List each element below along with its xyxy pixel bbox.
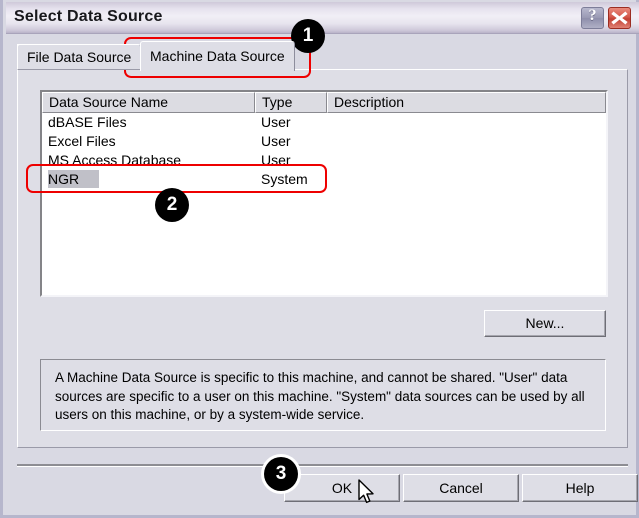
select-data-source-dialog: Select Data Source ? File Data Source Ma… [0,0,639,518]
machine-data-source-panel: Data Source Name Type Description dBASE … [17,69,628,448]
annotation-badge-2: 2 [155,188,189,222]
cell-type: User [261,133,291,149]
tab-file-data-source-label: File Data Source [27,49,132,65]
column-header-description[interactable]: Description [327,92,606,113]
cell-data-source-name: Excel Files [48,133,116,149]
description-text: A Machine Data Source is specific to thi… [55,370,585,422]
cell-type: User [261,152,291,168]
cell-type: User [261,114,291,130]
help-icon-button[interactable]: ? [581,7,604,29]
table-row[interactable]: dBASE Files User [42,113,606,132]
data-source-list[interactable]: Data Source Name Type Description dBASE … [40,90,608,297]
cell-data-source-name: MS Access Database [48,152,182,168]
tab-machine-data-source-label: Machine Data Source [150,48,285,64]
footer-separator [17,464,628,467]
description-panel: A Machine Data Source is specific to thi… [40,359,606,431]
annotation-badge-1: 1 [291,19,325,53]
ok-button[interactable]: OK [284,474,400,502]
table-row[interactable]: Excel Files User [42,132,606,151]
tab-strip: File Data Source Machine Data Source [17,41,628,72]
cell-description [327,170,606,189]
cell-type: System [261,171,308,187]
tab-machine-data-source[interactable]: Machine Data Source [140,41,295,71]
new-button[interactable]: New... [484,310,606,337]
question-mark-icon: ? [588,7,597,24]
table-row[interactable]: MS Access Database User [42,151,606,170]
help-button[interactable]: Help [522,474,638,502]
close-button[interactable] [608,7,631,29]
annotation-badge-3: 3 [264,457,298,491]
cell-data-source-name: NGR [42,170,255,189]
list-rows: dBASE Files User Excel Files User MS Acc… [42,113,606,189]
column-header-type[interactable]: Type [255,92,327,113]
close-x-icon [611,11,628,25]
window-title: Select Data Source [14,8,163,25]
cell-description [327,113,606,132]
cell-description [327,132,606,151]
ngr-data-source-row[interactable]: NGR System [42,170,606,189]
tab-file-data-source[interactable]: File Data Source [17,44,142,70]
cell-description [327,151,606,170]
list-header-row: Data Source Name Type Description [42,92,606,113]
column-header-data-source-name[interactable]: Data Source Name [42,92,255,113]
cell-data-source-name: dBASE Files [48,114,127,130]
cancel-button[interactable]: Cancel [403,474,519,502]
